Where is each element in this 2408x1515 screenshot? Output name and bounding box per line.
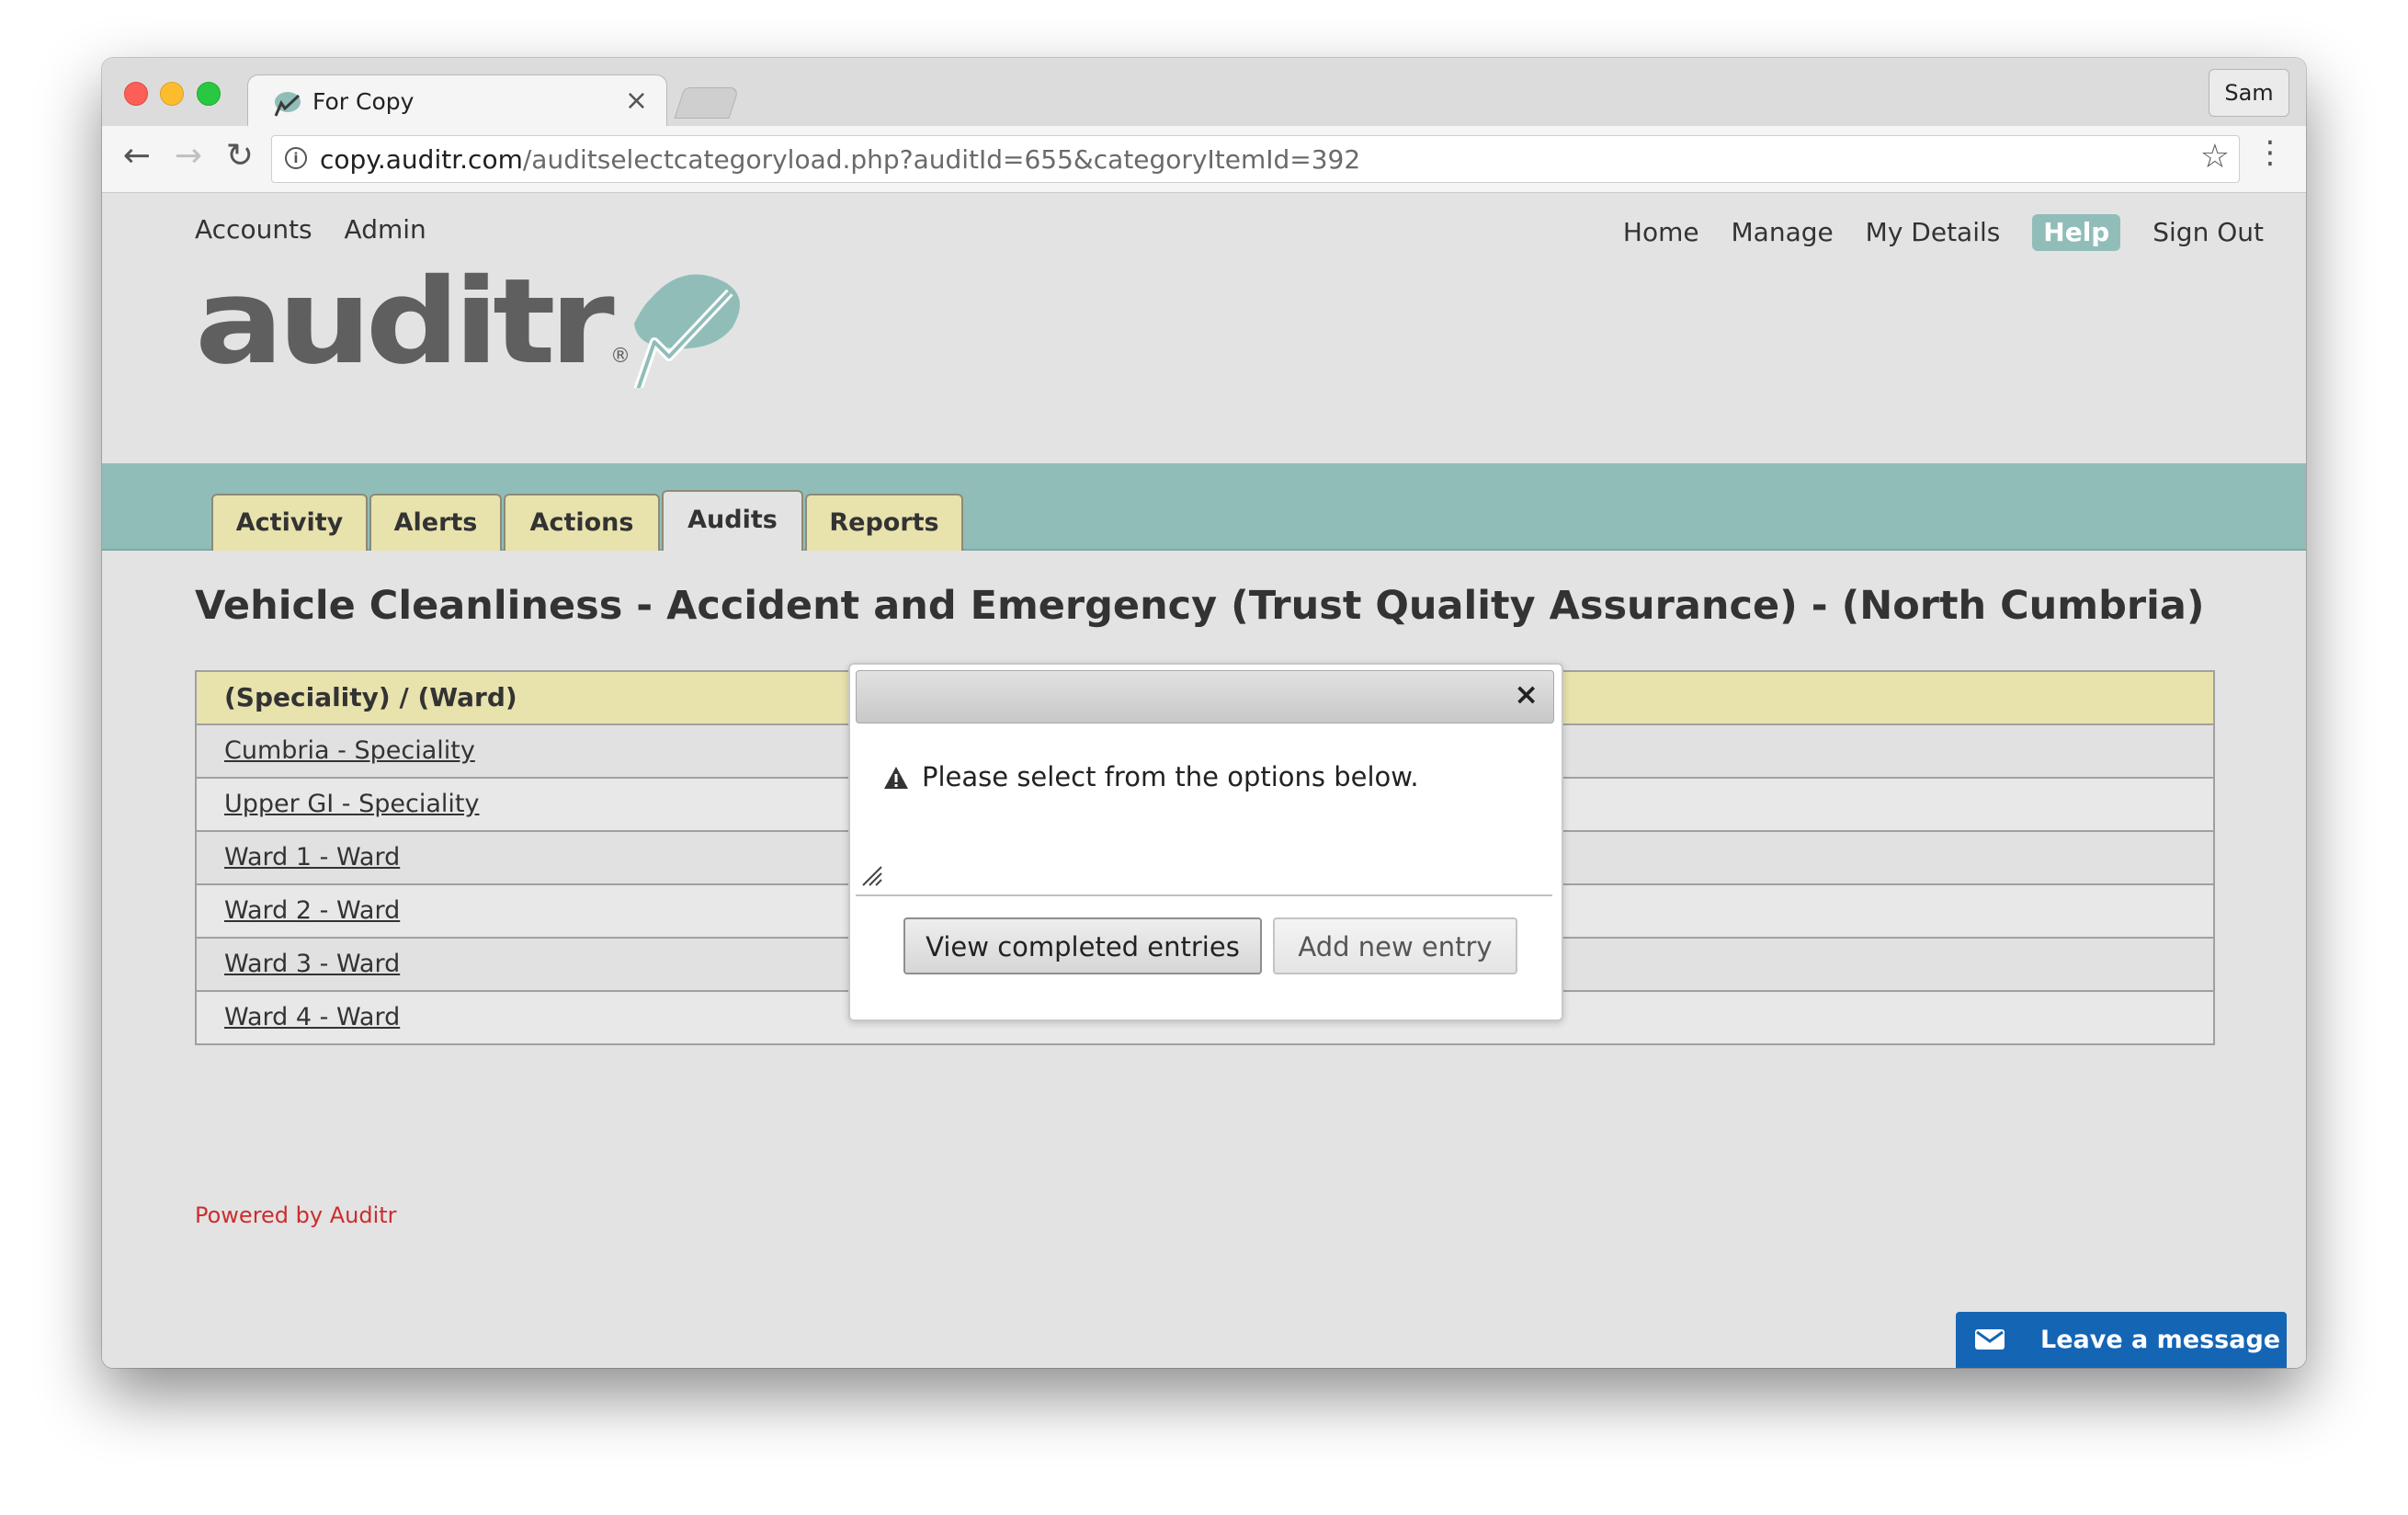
new-tab-button[interactable] <box>674 87 740 119</box>
dialog-close-icon[interactable]: × <box>1514 677 1539 712</box>
top-nav-left: Accounts Admin <box>195 214 450 245</box>
row-link-ward-1[interactable]: Ward 1 - Ward <box>224 843 400 871</box>
url-path: /auditselectcategoryload.php?auditId=655… <box>522 144 1361 175</box>
top-nav-right: Home Manage My Details Help Sign Out <box>1623 214 2264 251</box>
tab-strip: For Copy × Sam <box>102 58 2306 129</box>
window-close-button[interactable] <box>124 82 148 106</box>
browser-toolbar: ← → ↻ i copy.auditr.com/auditselectcateg… <box>102 126 2306 193</box>
address-bar[interactable]: i copy.auditr.com/auditselectcategoryloa… <box>271 135 2240 183</box>
leave-message-label: Leave a message <box>2040 1326 2281 1354</box>
nav-sign-out-link[interactable]: Sign Out <box>2152 217 2264 247</box>
row-link-cumbria-speciality[interactable]: Cumbria - Speciality <box>224 736 475 765</box>
site-info-icon[interactable]: i <box>285 147 307 169</box>
reload-icon[interactable]: ↻ <box>220 137 260 175</box>
row-link-ward-4[interactable]: Ward 4 - Ward <box>224 1003 400 1031</box>
tab-alerts[interactable]: Alerts <box>369 494 502 551</box>
resize-handle-icon[interactable] <box>861 865 883 887</box>
options-dialog: × Please select from the options below. … <box>848 663 1563 1021</box>
row-link-ward-3[interactable]: Ward 3 - Ward <box>224 950 400 978</box>
envelope-icon <box>1975 1329 2005 1350</box>
nav-my-details-link[interactable]: My Details <box>1866 217 2001 247</box>
logo-check-icon <box>633 274 740 388</box>
logo-registered-mark: ® <box>610 345 630 368</box>
add-new-entry-button[interactable]: Add new entry <box>1273 917 1517 974</box>
leave-message-widget[interactable]: Leave a message <box>1956 1312 2287 1368</box>
url-text[interactable]: copy.auditr.com/auditselectcategoryload.… <box>320 144 1360 175</box>
dialog-title-bar[interactable]: × <box>856 670 1554 723</box>
main-nav-band: Activity Alerts Actions Audits Reports <box>102 463 2306 551</box>
browser-window: For Copy × Sam ← → ↻ i copy.auditr.com/a… <box>102 58 2306 1368</box>
view-completed-entries-button[interactable]: View completed entries <box>903 917 1262 974</box>
tab-reports[interactable]: Reports <box>805 494 963 551</box>
nav-manage-link[interactable]: Manage <box>1732 217 1834 247</box>
dialog-divider <box>856 894 1552 896</box>
row-link-upper-gi-speciality[interactable]: Upper GI - Speciality <box>224 790 479 818</box>
auditr-favicon-icon <box>274 92 301 117</box>
browser-menu-icon[interactable]: ⋮ <box>2255 137 2286 168</box>
window-minimize-button[interactable] <box>160 82 184 106</box>
logo-wordmark: auditr <box>195 268 615 388</box>
nav-home-link[interactable]: Home <box>1623 217 1699 247</box>
powered-by-link[interactable]: Powered by Auditr <box>195 1202 397 1228</box>
warning-icon <box>884 767 908 789</box>
row-link-ward-2[interactable]: Ward 2 - Ward <box>224 896 400 925</box>
page-title: Vehicle Cleanliness - Accident and Emerg… <box>195 583 2205 629</box>
dialog-message: Please select from the options below. <box>922 761 1419 792</box>
tab-actions[interactable]: Actions <box>504 494 660 551</box>
tab-title: For Copy <box>312 88 415 115</box>
window-maximize-button[interactable] <box>197 82 221 106</box>
bookmark-star-icon[interactable]: ☆ <box>2200 138 2230 176</box>
browser-tab[interactable]: For Copy × <box>247 74 667 129</box>
help-button[interactable]: Help <box>2032 214 2121 251</box>
auditr-logo[interactable]: auditr ® <box>195 268 765 388</box>
profile-button[interactable]: Sam <box>2209 69 2289 117</box>
tab-close-icon[interactable]: × <box>625 85 648 117</box>
forward-icon[interactable]: → <box>168 137 209 175</box>
tab-audits[interactable]: Audits <box>662 490 803 551</box>
back-icon[interactable]: ← <box>117 137 157 175</box>
nav-admin-link[interactable]: Admin <box>345 214 426 245</box>
nav-accounts-link[interactable]: Accounts <box>195 214 312 245</box>
url-host: copy.auditr.com <box>320 144 523 175</box>
page-content: Accounts Admin Home Manage My Details He… <box>102 193 2306 1368</box>
tab-activity[interactable]: Activity <box>211 494 368 551</box>
